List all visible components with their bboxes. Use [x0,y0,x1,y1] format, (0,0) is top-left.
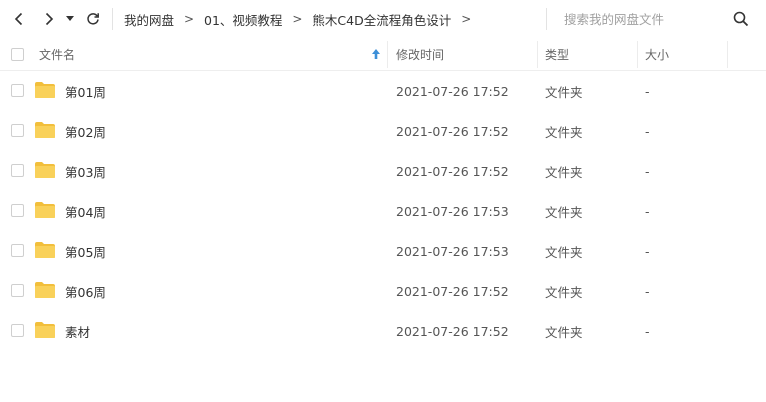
file-row-6[interactable]: 第06周 2021-07-26 17:52 文件夹 - [0,271,766,311]
file-type: 文件夹 [545,124,583,140]
file-size: - [645,203,650,219]
file-type: 文件夹 [545,204,583,220]
breadcrumb-item-root[interactable]: 我的网盘 [124,10,174,29]
history-dropdown-button[interactable] [62,8,78,30]
row-checkbox[interactable] [11,204,24,217]
file-name[interactable]: 第04周 [65,191,106,231]
file-row-7[interactable]: 素材 2021-07-26 17:52 文件夹 - [0,311,766,351]
file-size: - [645,163,650,179]
breadcrumb-item-video-tutorials[interactable]: 01、视频教程 [204,10,282,29]
back-button[interactable] [8,8,30,30]
file-size: - [645,243,650,259]
column-header-size[interactable]: 大小 [645,38,669,71]
row-checkbox[interactable] [11,124,24,137]
file-row-4[interactable]: 第04周 2021-07-26 17:53 文件夹 - [0,191,766,231]
refresh-button[interactable] [82,8,104,30]
file-list-header: 文件名 修改时间 类型 大小 [0,38,766,71]
file-list: 第01周 2021-07-26 17:52 文件夹 - 第02周 2021-07… [0,71,766,351]
search-icon[interactable] [732,10,750,28]
folder-icon [35,242,55,258]
caret-down-icon [66,16,74,21]
file-size: - [645,83,650,99]
column-header-name[interactable]: 文件名 [39,38,75,71]
file-modified: 2021-07-26 17:52 [396,123,509,139]
breadcrumb-separator: > [292,12,303,26]
chevron-left-icon [14,12,23,26]
file-type: 文件夹 [545,244,583,260]
search-divider [546,8,547,30]
file-name[interactable]: 第01周 [65,71,106,111]
row-checkbox[interactable] [11,324,24,337]
refresh-icon [87,13,99,25]
toolbar-divider [112,8,113,30]
file-name[interactable]: 第06周 [65,271,106,311]
file-size: - [645,283,650,299]
row-checkbox[interactable] [11,244,24,257]
folder-icon [35,82,55,98]
file-type: 文件夹 [545,284,583,300]
toolbar: 我的网盘 > 01、视频教程 > 熊木C4D全流程角色设计 > [0,0,766,38]
file-size: - [645,123,650,139]
column-divider[interactable] [727,41,728,68]
folder-icon [35,282,55,298]
file-name[interactable]: 第02周 [65,111,106,151]
file-modified: 2021-07-26 17:52 [396,163,509,179]
folder-icon [35,122,55,138]
breadcrumb-separator[interactable]: > [451,12,481,26]
search-input[interactable] [548,7,738,31]
row-checkbox[interactable] [11,84,24,97]
row-checkbox[interactable] [11,164,24,177]
folder-icon [35,202,55,218]
search-box [548,7,762,31]
column-divider[interactable] [387,41,388,68]
file-type: 文件夹 [545,324,583,340]
file-size: - [645,323,650,339]
breadcrumb-separator: > [183,12,195,26]
column-header-modified[interactable]: 修改时间 [396,38,444,71]
file-modified: 2021-07-26 17:52 [396,323,509,339]
file-type: 文件夹 [545,84,583,100]
select-all-checkbox[interactable] [11,48,24,61]
folder-icon [35,162,55,178]
sort-up-arrow-icon[interactable] [370,48,382,60]
file-modified: 2021-07-26 17:52 [396,283,509,299]
row-checkbox[interactable] [11,284,24,297]
file-modified: 2021-07-26 17:52 [396,83,509,99]
file-row-2[interactable]: 第02周 2021-07-26 17:52 文件夹 - [0,111,766,151]
file-row-3[interactable]: 第03周 2021-07-26 17:52 文件夹 - [0,151,766,191]
forward-button[interactable] [38,8,60,30]
column-header-type[interactable]: 类型 [545,38,569,71]
file-modified: 2021-07-26 17:53 [396,203,509,219]
column-divider[interactable] [537,41,538,68]
file-name[interactable]: 素材 [65,311,90,351]
file-row-1[interactable]: 第01周 2021-07-26 17:52 文件夹 - [0,71,766,111]
file-row-5[interactable]: 第05周 2021-07-26 17:53 文件夹 - [0,231,766,271]
file-type: 文件夹 [545,164,583,180]
breadcrumb-item-current[interactable]: 熊木C4D全流程角色设计 [312,10,451,29]
chevron-right-icon [45,12,54,26]
column-divider[interactable] [637,41,638,68]
file-name[interactable]: 第03周 [65,151,106,191]
folder-icon [35,322,55,338]
file-name[interactable]: 第05周 [65,231,106,271]
breadcrumb: 我的网盘 > 01、视频教程 > 熊木C4D全流程角色设计 > [124,0,481,38]
file-modified: 2021-07-26 17:53 [396,243,509,259]
